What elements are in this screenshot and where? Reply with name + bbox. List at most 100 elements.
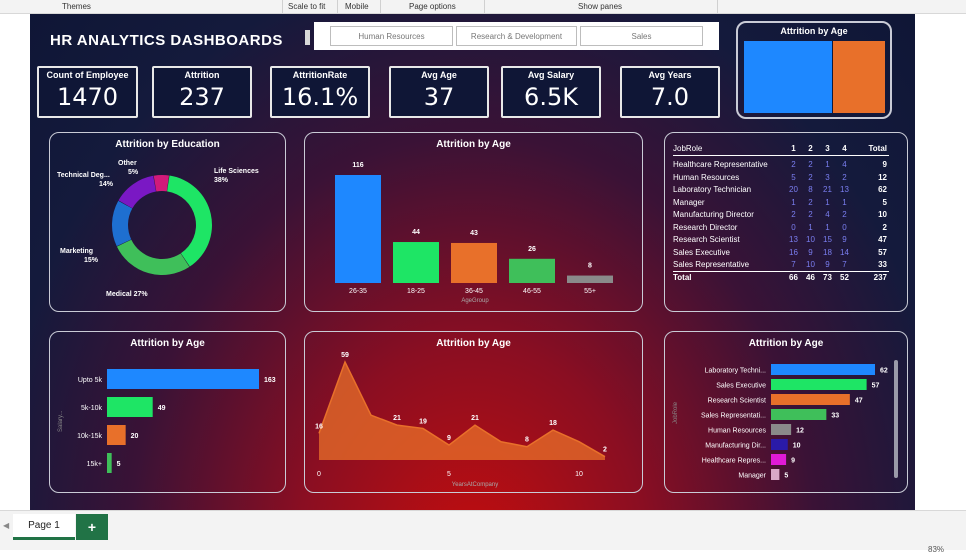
x-tick-label: 46-55 <box>523 288 541 295</box>
scroll-left-icon[interactable]: ◀ <box>3 521 9 530</box>
mobile-menu[interactable]: Mobile <box>345 2 369 11</box>
y-tick-label: Laboratory Techni... <box>705 368 766 375</box>
years-area-chart: 16 59 21 19 9 21 8 18 2 0 5 10 YearsAtCompany <box>315 352 607 488</box>
data-label: 2 <box>603 447 607 454</box>
matrix-cell: 13 <box>840 185 849 195</box>
bar-value-label: 43 <box>470 230 478 237</box>
matrix-cell: 9 <box>808 247 813 257</box>
bar-value-label: 5 <box>784 473 788 480</box>
kpi-attrition-rate: AttritionRate 16.1% <box>270 66 370 118</box>
attrition-by-salary-panel: Attrition by Age Upto 5k 163 5k-10k 49 10k-1… <box>49 331 286 493</box>
matrix-cell: 1 <box>825 197 830 207</box>
matrix-cell: 2 <box>808 210 813 220</box>
jobrole-bar-chart: Laboratory Techni... 62 Sales Executive 57 R… <box>673 364 888 480</box>
ribbon: Themes Scale to fit Mobile Page options … <box>0 0 966 14</box>
age-bar-chart: 116 26-35 44 18-25 43 36-45 26 46-55 8 55+ AgeGrou… <box>335 162 613 304</box>
matrix-cell: 10 <box>878 210 887 220</box>
donut-label: Life Sciences 38% <box>214 168 259 184</box>
matrix-cell: 15 <box>823 235 832 245</box>
matrix-cell: 7 <box>842 260 847 270</box>
bar-5k-10k <box>107 397 153 417</box>
area-fill <box>319 362 605 460</box>
x-tick-label: 10 <box>575 471 583 478</box>
data-label: 9 <box>447 435 451 442</box>
chart-scrollbar[interactable] <box>894 360 898 478</box>
attrition-by-education-panel: Attrition by Education Life Sciences 38% M… <box>49 132 286 312</box>
bar-value-label: 5 <box>117 461 121 468</box>
table-row: Research Scientist 13 10 15 9 47 <box>673 234 889 247</box>
bar-value-label: 33 <box>831 413 839 420</box>
kpi-label: Attrition <box>184 70 220 80</box>
slicer-option-research-development[interactable]: Research & Development <box>456 26 577 46</box>
themes-menu[interactable]: Themes <box>62 2 91 11</box>
bar-Sales Representati... <box>771 409 827 420</box>
matrix-cell: 57 <box>878 247 887 257</box>
matrix-cell: 66 <box>789 273 798 283</box>
x-tick-label: 55+ <box>584 288 596 295</box>
bar-value-label: 57 <box>872 383 880 390</box>
row-label: Sales Representative <box>673 260 750 270</box>
bar-36-45 <box>451 242 497 283</box>
table-row: Laboratory Technician 20 8 21 13 62 <box>673 184 889 197</box>
matrix-cell: 2 <box>808 144 813 154</box>
jobrole-matrix: JobRole 1 2 3 4 Total Healthcare Representativ… <box>673 143 889 284</box>
matrix-cell: 1 <box>842 197 847 207</box>
slicer-option-human-resources[interactable]: Human Resources <box>330 26 453 46</box>
bar-value-label: 8 <box>588 263 592 270</box>
row-label: Human Resources <box>673 172 740 182</box>
department-slicer: Human Resources Research & Development S… <box>314 22 719 50</box>
table-row: Manufacturing Director 2 2 4 2 10 <box>673 209 889 222</box>
show-panes-menu[interactable]: Show panes <box>578 2 622 11</box>
x-axis-title: YearsAtCompany <box>452 482 498 488</box>
salary-bar-chart: Upto 5k 163 5k-10k 49 10k-15k 20 15k+ 5 Salary..… <box>58 369 276 473</box>
kpi-value: 6.5K <box>524 83 578 111</box>
bar-value-label: 20 <box>131 433 139 440</box>
matrix-cell: 13 <box>789 235 798 245</box>
table-row: Manager 1 2 1 1 5 <box>673 196 889 209</box>
matrix-cell: 33 <box>878 260 887 270</box>
bar-value-label: 12 <box>796 428 804 435</box>
table-row: Sales Executive 16 9 18 14 57 <box>673 246 889 259</box>
add-page-button[interactable]: + <box>76 514 108 540</box>
bar-Manufacturing Dir... <box>771 439 788 450</box>
donut-label-part: 15% <box>84 257 99 264</box>
matrix-cell: 2 <box>882 222 887 232</box>
row-label: Manager <box>673 197 705 207</box>
row-label: Sales Executive <box>673 247 730 257</box>
scale-to-fit-menu[interactable]: Scale to fit <box>288 2 325 11</box>
bar-Laboratory Techni... <box>771 364 875 375</box>
bar-55+ <box>567 275 613 283</box>
x-tick-label: 36-45 <box>465 288 483 295</box>
data-label: 8 <box>525 437 529 444</box>
x-tick-label: 26-35 <box>349 288 367 295</box>
bar-15k+ <box>107 453 112 473</box>
kpi-label: Avg Salary <box>527 70 575 80</box>
y-tick-label: 10k-15k <box>77 433 102 440</box>
matrix-cell: 4 <box>842 144 847 154</box>
donut-label: Other 5% <box>118 160 139 176</box>
jobrole-matrix-panel: JobRole 1 2 3 4 Total Healthcare Representativ… <box>664 132 908 312</box>
kpi-avg-years: Avg Years 7.0 <box>620 66 720 118</box>
matrix-cell: Total <box>868 144 887 154</box>
kpi-label: Count of Employee <box>46 70 129 80</box>
bar-value-label: 44 <box>412 229 420 236</box>
bar-Manager <box>771 469 780 480</box>
row-label: Healthcare Representative <box>673 160 768 170</box>
kpi-value: 7.0 <box>650 83 690 111</box>
slicer-option-sales[interactable]: Sales <box>580 26 703 46</box>
matrix-cell: 9 <box>842 235 847 245</box>
matrix-cell: 10 <box>806 260 815 270</box>
matrix-cell: 237 <box>873 273 887 283</box>
kpi-label: AttritionRate <box>292 70 348 80</box>
matrix-cell: 4 <box>825 210 830 220</box>
row-label: Research Scientist <box>673 235 740 245</box>
matrix-cell: 2 <box>808 160 813 170</box>
page-options-menu[interactable]: Page options <box>409 2 456 11</box>
matrix-cell: 10 <box>806 235 815 245</box>
page-tab-1[interactable]: Page 1 <box>13 514 75 540</box>
donut-label: Marketing 15% <box>60 248 99 264</box>
matrix-cell: 2 <box>791 160 796 170</box>
matrix-cell: 2 <box>842 210 847 220</box>
bar-46-55 <box>509 258 555 283</box>
education-donut-chart: Life Sciences 38% Medical 27% Marketing 15% T… <box>57 160 259 298</box>
